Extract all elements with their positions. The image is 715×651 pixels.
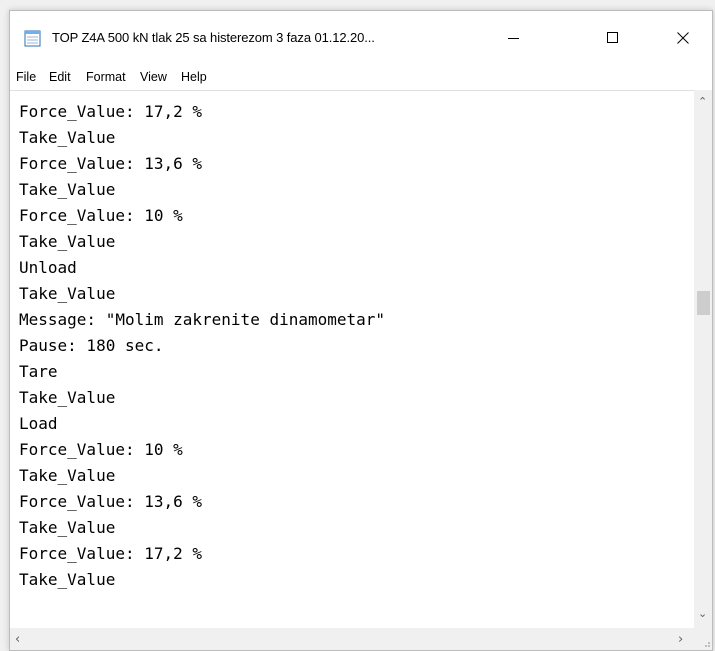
menu-file[interactable]: File (16, 70, 36, 84)
text-line: Force_Value: 10 % (19, 440, 183, 459)
text-line: Force_Value: 10 % (19, 206, 183, 225)
vertical-scroll-thumb[interactable] (697, 291, 710, 315)
text-line: Tare (19, 362, 58, 381)
notepad-window: TOP Z4A 500 kN tlak 25 sa histerezom 3 f… (9, 10, 713, 651)
menu-view[interactable]: View (140, 70, 167, 84)
scroll-up-icon[interactable]: ⌃ (698, 96, 707, 108)
maximize-icon (607, 32, 618, 43)
maximize-button[interactable] (590, 21, 636, 55)
scroll-down-icon[interactable]: ⌄ (698, 608, 707, 620)
text-line: Force_Value: 13,6 % (19, 492, 203, 511)
vertical-scrollbar[interactable]: ⌃ ⌄ (694, 90, 712, 628)
notepad-icon (24, 30, 41, 47)
text-line: Take_Value (19, 128, 116, 147)
text-editor-area[interactable]: Force_Value: 17,2 % Take_Value Force_Value… (10, 90, 694, 628)
text-line: Take_Value (19, 180, 116, 199)
resize-grip[interactable] (694, 628, 712, 650)
text-line: Take_Value (19, 388, 116, 407)
horizontal-scrollbar[interactable]: ‹ › (10, 628, 694, 650)
text-line: Unload (19, 258, 77, 277)
scroll-left-icon[interactable]: ‹ (15, 633, 20, 646)
menu-bar: File Edit Format View Help (10, 67, 712, 89)
text-line: Force_Value: 13,6 % (19, 154, 203, 173)
text-line: Force_Value: 17,2 % (19, 544, 203, 563)
close-button[interactable] (660, 21, 706, 55)
title-bar[interactable]: TOP Z4A 500 kN tlak 25 sa histerezom 3 f… (10, 11, 712, 65)
minimize-icon (508, 38, 519, 39)
scroll-right-icon[interactable]: › (678, 633, 683, 646)
minimize-button[interactable] (491, 21, 537, 55)
menu-help[interactable]: Help (181, 70, 207, 84)
menu-format[interactable]: Format (86, 70, 126, 84)
text-line: Force_Value: 17,2 % (19, 102, 203, 121)
text-line: Take_Value (19, 232, 116, 251)
text-line: Take_Value (19, 518, 116, 537)
resize-grip-icon (705, 642, 710, 647)
menu-edit[interactable]: Edit (49, 70, 71, 84)
text-line: Take_Value (19, 466, 116, 485)
text-line: Message: "Molim zakrenite dinamometar" (19, 310, 386, 329)
text-line: Load (19, 414, 58, 433)
text-line: Take_Value (19, 570, 116, 589)
close-icon (677, 32, 689, 44)
window-title: TOP Z4A 500 kN tlak 25 sa histerezom 3 f… (52, 30, 375, 45)
text-line: Take_Value (19, 284, 116, 303)
text-line: Pause: 180 sec. (19, 336, 164, 355)
